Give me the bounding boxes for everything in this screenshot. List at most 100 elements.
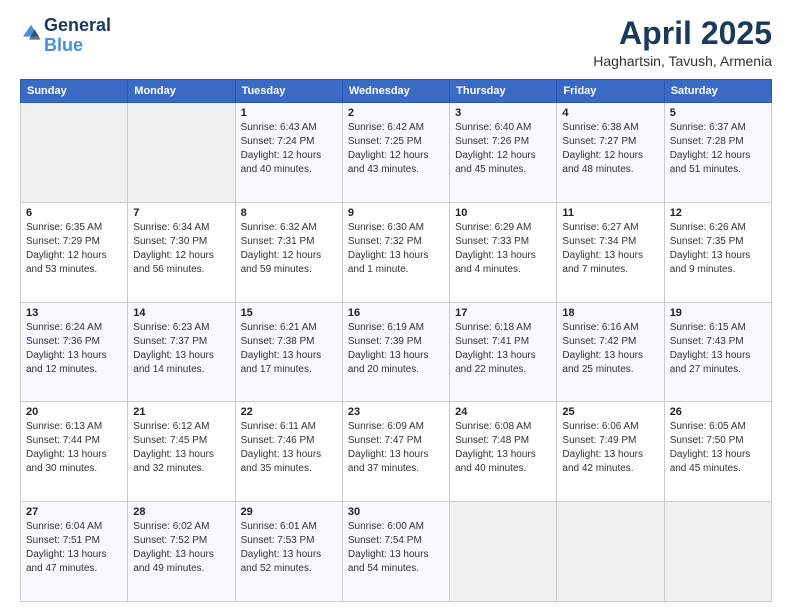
calendar-cell: 22Sunrise: 6:11 AMSunset: 7:46 PMDayligh…	[235, 402, 342, 502]
calendar-cell	[21, 103, 128, 203]
day-info: Sunrise: 6:01 AMSunset: 7:53 PMDaylight:…	[241, 520, 337, 576]
weekday-header-row: SundayMondayTuesdayWednesdayThursdayFrid…	[21, 80, 772, 103]
calendar-cell: 20 Sunrise: 6:13 AMSunset: 7:44 PMDayligh…	[21, 402, 128, 502]
calendar-week-row: 1Sunrise: 6:43 AMSunset: 7:24 PMDaylight…	[21, 103, 772, 203]
day-info: Sunrise: 6:35 AMSunset: 7:29 PMDaylight:…	[26, 221, 122, 277]
calendar-cell: 27 Sunrise: 6:04 AMSunset: 7:51 PMDayligh…	[21, 502, 128, 602]
calendar-cell: 15 Sunrise: 6:21 AMSunset: 7:38 PMDayligh…	[235, 302, 342, 402]
day-info: Sunrise: 6:21 AMSunset: 7:38 PMDaylight:…	[241, 321, 337, 377]
logo-icon	[20, 22, 42, 44]
day-info: Sunrise: 6:19 AMSunset: 7:39 PMDaylight:…	[348, 321, 444, 377]
day-number: 7	[133, 207, 229, 219]
calendar-cell: 19Sunrise: 6:15 AMSunset: 7:43 PMDayligh…	[664, 302, 771, 402]
header: General Blue April 2025 Haghartsin, Tavu…	[20, 16, 772, 69]
day-info: Sunrise: 6:24 AMSunset: 7:36 PMDaylight:…	[26, 321, 122, 377]
calendar-cell: 29 Sunrise: 6:01 AMSunset: 7:53 PMDayligh…	[235, 502, 342, 602]
calendar-table: SundayMondayTuesdayWednesdayThursdayFrid…	[20, 79, 772, 602]
day-number: 20	[26, 406, 122, 418]
day-info: Sunrise: 6:26 AMSunset: 7:35 PMDaylight:…	[670, 221, 766, 277]
day-number: 29	[241, 506, 337, 518]
day-info: Sunrise: 6:05 AMSunset: 7:50 PMDaylight:…	[670, 420, 766, 476]
day-info: Sunrise: 6:40 AMSunset: 7:26 PMDaylight:…	[455, 121, 551, 177]
day-info: Sunrise: 6:37 AMSunset: 7:28 PMDaylight:…	[670, 121, 766, 177]
day-number: 2	[348, 107, 444, 119]
day-info: Sunrise: 6:09 AMSunset: 7:47 PMDaylight:…	[348, 420, 444, 476]
weekday-header-monday: Monday	[128, 80, 235, 103]
day-number: 9	[348, 207, 444, 219]
day-number: 30	[348, 506, 444, 518]
calendar-cell: 1Sunrise: 6:43 AMSunset: 7:24 PMDaylight…	[235, 103, 342, 203]
day-info: Sunrise: 6:04 AMSunset: 7:51 PMDaylight:…	[26, 520, 122, 576]
calendar-cell: 12 Sunrise: 6:26 AMSunset: 7:35 PMDayligh…	[664, 202, 771, 302]
month-title: April 2025	[593, 16, 772, 51]
calendar-cell: 30 Sunrise: 6:00 AMSunset: 7:54 PMDayligh…	[342, 502, 449, 602]
calendar-cell: 26Sunrise: 6:05 AMSunset: 7:50 PMDayligh…	[664, 402, 771, 502]
calendar-cell: 5 Sunrise: 6:37 AMSunset: 7:28 PMDaylight…	[664, 103, 771, 203]
day-info: Sunrise: 6:30 AMSunset: 7:32 PMDaylight:…	[348, 221, 444, 277]
calendar-cell: 7 Sunrise: 6:34 AMSunset: 7:30 PMDaylight…	[128, 202, 235, 302]
calendar-cell: 6 Sunrise: 6:35 AMSunset: 7:29 PMDaylight…	[21, 202, 128, 302]
calendar-cell: 13 Sunrise: 6:24 AMSunset: 7:36 PMDayligh…	[21, 302, 128, 402]
day-info: Sunrise: 6:27 AMSunset: 7:34 PMDaylight:…	[562, 221, 658, 277]
day-number: 4	[562, 107, 658, 119]
day-number: 25	[562, 406, 658, 418]
day-info: Sunrise: 6:00 AMSunset: 7:54 PMDaylight:…	[348, 520, 444, 576]
day-number: 5	[670, 107, 766, 119]
weekday-header-thursday: Thursday	[450, 80, 557, 103]
title-block: April 2025 Haghartsin, Tavush, Armenia	[593, 16, 772, 69]
weekday-header-wednesday: Wednesday	[342, 80, 449, 103]
day-number: 17	[455, 307, 551, 319]
day-info: Sunrise: 6:32 AMSunset: 7:31 PMDaylight:…	[241, 221, 337, 277]
day-info: Sunrise: 6:38 AMSunset: 7:27 PMDaylight:…	[562, 121, 658, 177]
day-number: 13	[26, 307, 122, 319]
day-info: Sunrise: 6:29 AMSunset: 7:33 PMDaylight:…	[455, 221, 551, 277]
calendar-cell: 16 Sunrise: 6:19 AMSunset: 7:39 PMDayligh…	[342, 302, 449, 402]
calendar-cell: 23 Sunrise: 6:09 AMSunset: 7:47 PMDayligh…	[342, 402, 449, 502]
day-number: 28	[133, 506, 229, 518]
day-number: 16	[348, 307, 444, 319]
calendar-cell: 18Sunrise: 6:16 AMSunset: 7:42 PMDayligh…	[557, 302, 664, 402]
calendar-cell: 11 Sunrise: 6:27 AMSunset: 7:34 PMDayligh…	[557, 202, 664, 302]
day-number: 27	[26, 506, 122, 518]
day-info: Sunrise: 6:18 AMSunset: 7:41 PMDaylight:…	[455, 321, 551, 377]
calendar-cell: 21 Sunrise: 6:12 AMSunset: 7:45 PMDayligh…	[128, 402, 235, 502]
day-number: 14	[133, 307, 229, 319]
calendar-cell: 28 Sunrise: 6:02 AMSunset: 7:52 PMDayligh…	[128, 502, 235, 602]
calendar-cell: 17 Sunrise: 6:18 AMSunset: 7:41 PMDayligh…	[450, 302, 557, 402]
day-info: Sunrise: 6:23 AMSunset: 7:37 PMDaylight:…	[133, 321, 229, 377]
calendar-cell: 24 Sunrise: 6:08 AMSunset: 7:48 PMDayligh…	[450, 402, 557, 502]
day-number: 24	[455, 406, 551, 418]
day-number: 15	[241, 307, 337, 319]
day-number: 21	[133, 406, 229, 418]
day-number: 6	[26, 207, 122, 219]
day-number: 23	[348, 406, 444, 418]
day-info: Sunrise: 6:08 AMSunset: 7:48 PMDaylight:…	[455, 420, 551, 476]
calendar-cell: 3 Sunrise: 6:40 AMSunset: 7:26 PMDaylight…	[450, 103, 557, 203]
calendar-cell: 10 Sunrise: 6:29 AMSunset: 7:33 PMDayligh…	[450, 202, 557, 302]
day-number: 11	[562, 207, 658, 219]
calendar-cell: 2 Sunrise: 6:42 AMSunset: 7:25 PMDaylight…	[342, 103, 449, 203]
calendar-cell	[664, 502, 771, 602]
calendar-cell: 4 Sunrise: 6:38 AMSunset: 7:27 PMDaylight…	[557, 103, 664, 203]
day-info: Sunrise: 6:34 AMSunset: 7:30 PMDaylight:…	[133, 221, 229, 277]
day-info: Sunrise: 6:12 AMSunset: 7:45 PMDaylight:…	[133, 420, 229, 476]
day-info: Sunrise: 6:16 AMSunset: 7:42 PMDaylight:…	[562, 321, 658, 377]
day-number: 3	[455, 107, 551, 119]
logo-text: General Blue	[44, 16, 111, 56]
weekday-header-sunday: Sunday	[21, 80, 128, 103]
day-info: Sunrise: 6:42 AMSunset: 7:25 PMDaylight:…	[348, 121, 444, 177]
weekday-header-friday: Friday	[557, 80, 664, 103]
calendar-cell	[128, 103, 235, 203]
day-info: Sunrise: 6:06 AMSunset: 7:49 PMDaylight:…	[562, 420, 658, 476]
calendar-week-row: 13 Sunrise: 6:24 AMSunset: 7:36 PMDayligh…	[21, 302, 772, 402]
day-number: 12	[670, 207, 766, 219]
logo: General Blue	[20, 16, 111, 56]
location: Haghartsin, Tavush, Armenia	[593, 53, 772, 69]
day-info: Sunrise: 6:02 AMSunset: 7:52 PMDaylight:…	[133, 520, 229, 576]
calendar-cell	[557, 502, 664, 602]
day-info: Sunrise: 6:13 AMSunset: 7:44 PMDaylight:…	[26, 420, 122, 476]
day-number: 8	[241, 207, 337, 219]
day-number: 22	[241, 406, 337, 418]
day-info: Sunrise: 6:15 AMSunset: 7:43 PMDaylight:…	[670, 321, 766, 377]
day-number: 10	[455, 207, 551, 219]
